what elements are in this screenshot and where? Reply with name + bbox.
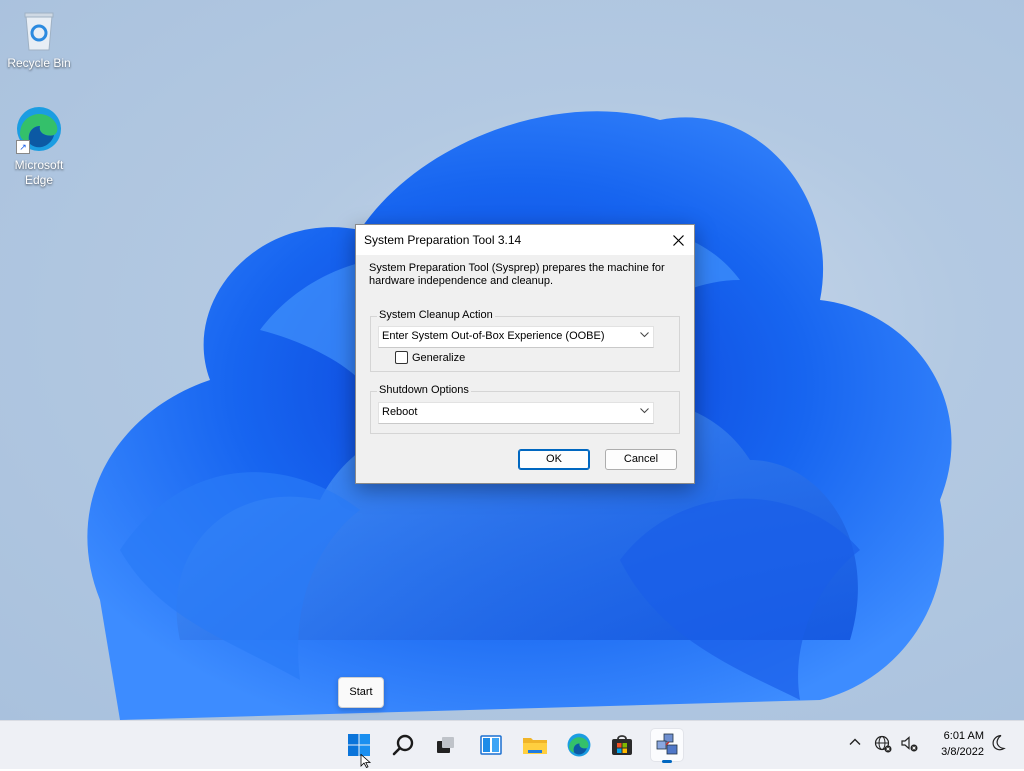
clock-time: 6:01 AM <box>943 730 984 742</box>
start-tooltip: Start <box>338 677 384 708</box>
cancel-button[interactable]: Cancel <box>605 449 677 470</box>
cleanup-action-group: System Cleanup Action Enter System Out-o… <box>370 309 680 372</box>
dialog-description: System Preparation Tool (Sysprep) prepar… <box>369 262 665 287</box>
cleanup-action-value: Enter System Out-of-Box Experience (OOBE… <box>382 330 605 342</box>
moon-icon <box>992 734 1006 751</box>
show-hidden-icons-button[interactable] <box>848 735 862 752</box>
desktop-icon-recycle-bin[interactable]: Recycle Bin <box>3 10 75 71</box>
edge-icon <box>567 733 591 757</box>
focus-assist-button[interactable] <box>990 734 1006 755</box>
edge-taskbar-button[interactable] <box>563 729 595 761</box>
clock-date: 3/8/2022 <box>941 746 984 758</box>
shortcut-arrow-icon: ↗ <box>16 140 30 154</box>
file-explorer-icon <box>523 738 547 754</box>
sysprep-icon <box>656 733 678 755</box>
checkbox-box[interactable] <box>395 351 408 364</box>
sysprep-dialog: System Preparation Tool 3.14 System Prep… <box>355 224 695 484</box>
store-icon <box>612 735 632 755</box>
search-icon <box>392 734 414 756</box>
shutdown-options-group: Shutdown Options Reboot <box>370 384 680 434</box>
edge-icon: ↗ <box>14 104 64 154</box>
generalize-label: Generalize <box>412 351 466 364</box>
search-button[interactable] <box>387 729 419 761</box>
chevron-down-icon <box>640 332 649 338</box>
shutdown-options-select[interactable]: Reboot <box>378 402 654 424</box>
globe-icon <box>874 735 892 753</box>
recycle-bin-icon <box>21 10 57 52</box>
desktop-icon-microsoft-edge[interactable]: ↗ Microsoft Edge <box>3 104 75 188</box>
speaker-muted-icon <box>901 736 918 752</box>
task-view-button[interactable] <box>429 729 461 761</box>
task-view-icon <box>437 737 454 753</box>
shutdown-options-value: Reboot <box>382 406 418 418</box>
ok-button[interactable]: OK <box>518 449 590 470</box>
sysprep-taskbar-button[interactable] <box>651 729 683 763</box>
close-icon <box>672 234 684 246</box>
store-button[interactable] <box>606 729 638 761</box>
shutdown-options-legend: Shutdown Options <box>377 384 471 396</box>
network-button[interactable] <box>874 735 892 756</box>
chevron-up-icon <box>849 738 861 745</box>
desktop-icon-label: Recycle Bin <box>7 56 71 70</box>
cleanup-action-legend: System Cleanup Action <box>377 309 495 321</box>
widgets-button[interactable] <box>475 729 507 761</box>
close-button[interactable] <box>662 225 694 255</box>
dialog-title: System Preparation Tool 3.14 <box>364 233 522 247</box>
dialog-titlebar[interactable]: System Preparation Tool 3.14 <box>356 225 694 255</box>
chevron-down-icon <box>640 408 649 414</box>
cursor-icon <box>360 753 372 769</box>
clock[interactable]: 6:01 AM 3/8/2022 <box>941 728 984 760</box>
mouse-cursor <box>360 753 372 771</box>
cleanup-action-select[interactable]: Enter System Out-of-Box Experience (OOBE… <box>378 326 654 348</box>
taskbar: 6:01 AM 3/8/2022 <box>0 720 1024 769</box>
volume-button[interactable] <box>900 735 918 756</box>
desktop-icon-label: Microsoft Edge <box>14 158 64 187</box>
file-explorer-button[interactable] <box>519 729 551 761</box>
generalize-checkbox[interactable]: Generalize <box>395 351 465 364</box>
widgets-icon <box>480 735 502 755</box>
